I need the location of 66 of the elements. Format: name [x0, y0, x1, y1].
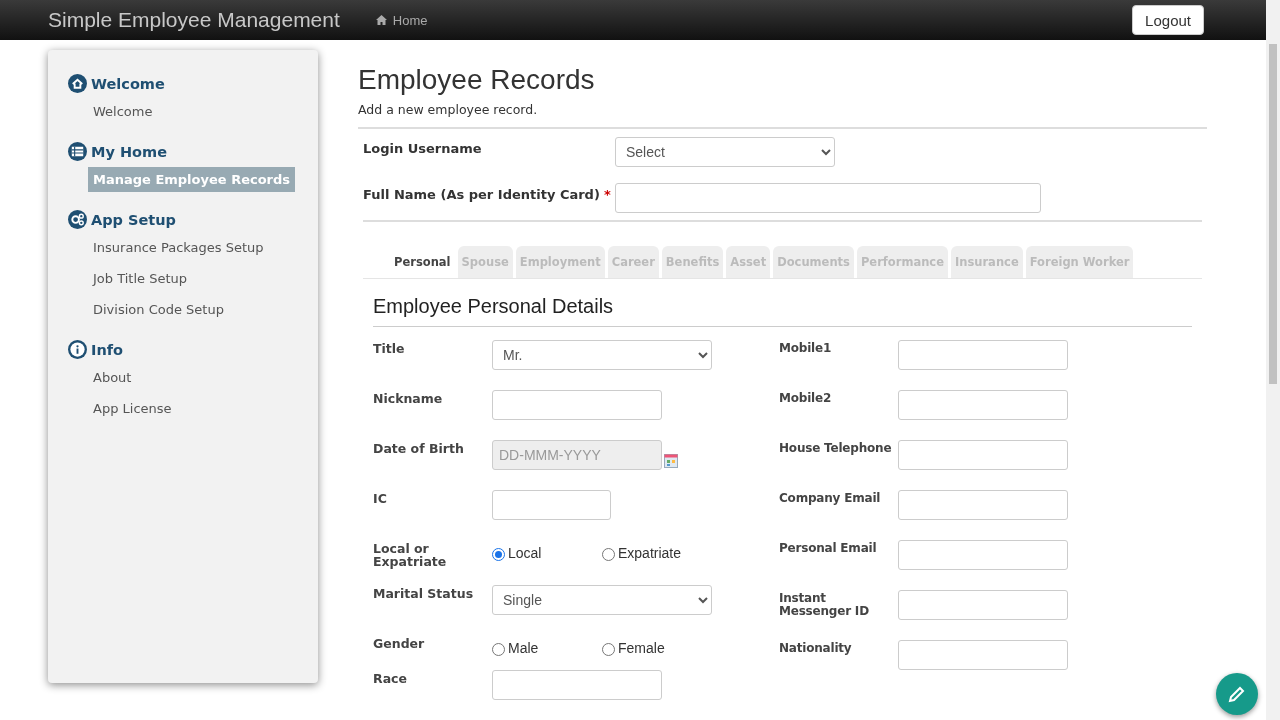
text-field[interactable]: [898, 640, 1068, 670]
home-link[interactable]: Home: [375, 12, 428, 28]
field-label: Mobile2: [779, 390, 833, 405]
sidebar-heading: Info: [91, 341, 123, 358]
field-label: Title: [373, 340, 406, 356]
field-label: Local or Expatriate: [373, 540, 448, 569]
page-title: Employee Records: [358, 64, 596, 96]
text-field[interactable]: [898, 490, 1068, 520]
sidebar-heading: Welcome: [91, 75, 165, 92]
home-icon: [68, 74, 87, 93]
radio-button[interactable]: [492, 643, 505, 656]
sidebar-link[interactable]: Division Code Setup: [88, 297, 229, 322]
text-field[interactable]: [492, 390, 662, 420]
field-label: Marital Status: [373, 585, 475, 601]
field-label: IC: [373, 490, 388, 506]
radio-option[interactable]: Local: [492, 544, 602, 561]
edit-button[interactable]: [1216, 673, 1258, 715]
radio-option[interactable]: Female: [602, 639, 712, 656]
sidebar-link[interactable]: About: [88, 365, 137, 390]
field-label: Mobile1: [779, 340, 833, 355]
field-label: Instant Messenger ID: [779, 590, 870, 618]
pencil-icon: [1227, 684, 1247, 704]
sidebar-link[interactable]: App License: [88, 396, 177, 421]
list-icon: [68, 142, 87, 161]
field-label: Race: [373, 670, 408, 686]
section-title: Employee Personal Details: [373, 295, 1192, 327]
calendar-icon[interactable]: [664, 454, 678, 468]
text-field[interactable]: [492, 490, 611, 520]
select-dropdown[interactable]: Mr.: [492, 340, 712, 370]
radio-option[interactable]: Male: [492, 639, 602, 656]
text-field[interactable]: [898, 590, 1068, 620]
scrollbar-thumb[interactable]: [1269, 44, 1277, 384]
gears-icon: [68, 210, 87, 229]
text-field[interactable]: [492, 670, 662, 700]
info-icon: [68, 340, 87, 359]
sidebar-heading: App Setup: [91, 211, 176, 228]
logout-button[interactable]: Logout: [1132, 5, 1204, 35]
field-label: Nationality: [779, 640, 853, 655]
select-dropdown[interactable]: Single: [492, 585, 712, 615]
home-icon: [375, 15, 387, 25]
text-field[interactable]: [898, 540, 1068, 570]
text-field[interactable]: [898, 340, 1068, 370]
text-field[interactable]: [615, 182, 1041, 213]
radio-option[interactable]: Expatriate: [602, 544, 712, 561]
field-label: Full Name (As per Identity Card) *: [363, 185, 612, 202]
scrollbar[interactable]: [1266, 0, 1280, 720]
field-label: House Telephone: [779, 440, 893, 455]
field-label: Gender: [373, 635, 426, 651]
radio-button[interactable]: [492, 548, 505, 561]
field-label: Personal Email: [779, 540, 878, 555]
date-field[interactable]: DD-MMM-YYYY: [492, 440, 662, 470]
page-subtitle: Add a new employee record.: [358, 102, 539, 117]
radio-button[interactable]: [602, 643, 615, 656]
sidebar-link[interactable]: Job Title Setup: [88, 266, 192, 291]
app-title: Simple Employee Management: [48, 8, 340, 32]
field-label: Date of Birth: [373, 440, 465, 456]
sidebar-link[interactable]: Welcome: [88, 99, 158, 124]
sidebar-heading: My Home: [91, 143, 167, 160]
text-field[interactable]: [898, 440, 1068, 470]
radio-button[interactable]: [602, 548, 615, 561]
sidebar-link[interactable]: Insurance Packages Setup: [88, 235, 269, 260]
field-label: Nickname: [373, 390, 444, 406]
select-dropdown[interactable]: Select: [615, 137, 835, 167]
field-label: Login Username: [363, 140, 483, 156]
text-field[interactable]: [898, 390, 1068, 420]
field-label: Company Email: [779, 490, 882, 505]
